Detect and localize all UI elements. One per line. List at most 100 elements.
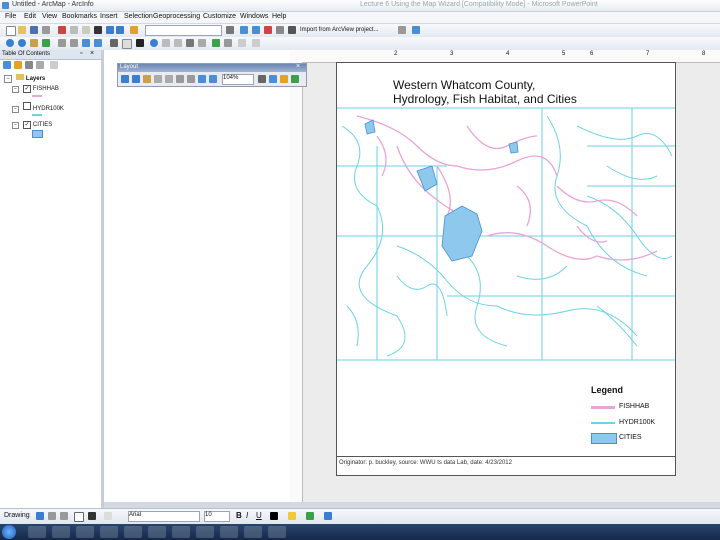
- zoom-whole-page-icon[interactable]: [154, 75, 162, 83]
- cut-icon[interactable]: [58, 26, 66, 34]
- menu-selection[interactable]: Selection: [124, 13, 153, 20]
- taskbar-arcmap-icon[interactable]: [220, 526, 238, 538]
- taskbar-powerpoint-icon[interactable]: [172, 526, 190, 538]
- focus-data-frame-icon[interactable]: [269, 75, 277, 83]
- measure-icon[interactable]: [186, 39, 194, 47]
- toc-layers-root[interactable]: − Layers: [4, 74, 45, 83]
- save-icon[interactable]: [30, 26, 38, 34]
- print-icon[interactable]: [42, 26, 50, 34]
- rotate-icon[interactable]: [48, 512, 56, 520]
- toggle-draft-icon[interactable]: [258, 75, 266, 83]
- hyperlink-icon[interactable]: [162, 39, 170, 47]
- find-icon[interactable]: [198, 39, 206, 47]
- expand-icon[interactable]: −: [12, 122, 19, 129]
- line-color-icon[interactable]: [306, 512, 314, 520]
- fixed-zoom-out-layout-icon[interactable]: [187, 75, 195, 83]
- taskbar-outlook-icon[interactable]: [196, 526, 214, 538]
- rectangle-icon[interactable]: [74, 512, 84, 522]
- catalog-icon[interactable]: [252, 26, 260, 34]
- italic-icon[interactable]: I: [246, 511, 248, 520]
- taskbar-firefox-icon[interactable]: [100, 526, 118, 538]
- taskbar-catalog-icon[interactable]: [244, 526, 262, 538]
- python-icon[interactable]: [288, 26, 296, 34]
- new-icon[interactable]: [6, 26, 16, 36]
- taskbar-word-icon[interactable]: [124, 526, 142, 538]
- zoom-out-icon[interactable]: [18, 39, 26, 47]
- fixed-zoom-in-icon[interactable]: [58, 39, 66, 47]
- font-size-combo[interactable]: 10: [204, 511, 230, 522]
- map-frame[interactable]: [337, 106, 675, 364]
- layout-zoom-out-icon[interactable]: [132, 75, 140, 83]
- font-color-icon[interactable]: [270, 512, 278, 520]
- taskbar-excel-icon[interactable]: [148, 526, 166, 538]
- toc-pin-icon[interactable]: ▫: [80, 50, 82, 57]
- menu-geoprocessing[interactable]: Geoprocessing: [153, 13, 200, 20]
- menu-edit[interactable]: Edit: [24, 13, 36, 20]
- go-to-xy-icon[interactable]: [212, 39, 220, 47]
- import-arcview-button[interactable]: Import from ArcView project...: [300, 27, 379, 33]
- back-icon[interactable]: [82, 39, 90, 47]
- credit-text[interactable]: Originator: p. buckley, source: WWU ts d…: [339, 460, 512, 466]
- toc-layer-cities[interactable]: − ✓ CITIES: [12, 121, 52, 129]
- text-icon[interactable]: [88, 512, 96, 520]
- close-icon[interactable]: ×: [296, 63, 300, 70]
- fixed-zoom-in-layout-icon[interactable]: [176, 75, 184, 83]
- html-popup-icon[interactable]: [174, 39, 182, 47]
- change-layout-icon[interactable]: [280, 75, 288, 83]
- start-button[interactable]: [2, 525, 16, 539]
- select-elements-icon[interactable]: [136, 39, 144, 47]
- create-viewer-icon[interactable]: [238, 39, 246, 47]
- expand-icon[interactable]: −: [12, 106, 19, 113]
- vertical-ruler[interactable]: [290, 62, 303, 502]
- taskbar-ie-icon[interactable]: [28, 526, 46, 538]
- undo-icon[interactable]: [106, 26, 114, 34]
- layout-zoom-combo[interactable]: 104%: [222, 74, 254, 85]
- layout-zoom-in-icon[interactable]: [121, 75, 129, 83]
- data-driven-pages-icon[interactable]: [291, 75, 299, 83]
- legend-title[interactable]: Legend: [591, 385, 623, 395]
- help-icon[interactable]: [412, 26, 420, 34]
- edit-vertices-icon[interactable]: [104, 512, 112, 520]
- cities-symbol[interactable]: [32, 130, 43, 138]
- toc-layer-hydr100k[interactable]: − HYDR100K: [12, 102, 64, 113]
- zoom-in-icon[interactable]: [6, 39, 14, 47]
- taskbar-chrome-icon[interactable]: [268, 526, 286, 538]
- map-title[interactable]: Western Whatcom County, Hydrology, Fish …: [393, 78, 577, 106]
- zoom-selected-icon[interactable]: [60, 512, 68, 520]
- layout-toolbar-caption[interactable]: Layout ×: [118, 63, 306, 72]
- marker-color-icon[interactable]: [324, 512, 332, 520]
- fixed-zoom-out-icon[interactable]: [70, 39, 78, 47]
- layout-back-icon[interactable]: [198, 75, 206, 83]
- time-slider-icon[interactable]: [224, 39, 232, 47]
- editor-icon[interactable]: [226, 26, 234, 34]
- menu-customize[interactable]: Customize: [203, 13, 236, 20]
- menu-windows[interactable]: Windows: [240, 13, 268, 20]
- identify-icon[interactable]: [150, 39, 158, 47]
- full-extent-icon[interactable]: [42, 39, 50, 47]
- arctoolbox-icon[interactable]: [276, 26, 284, 34]
- clear-selection-icon[interactable]: [122, 39, 132, 49]
- hydr100k-symbol[interactable]: [32, 114, 42, 116]
- layer-checkbox[interactable]: [22, 102, 31, 110]
- fill-color-icon[interactable]: [288, 512, 296, 520]
- layout-pan-icon[interactable]: [143, 75, 151, 83]
- expand-icon[interactable]: −: [12, 86, 19, 93]
- forward-icon[interactable]: [94, 39, 102, 47]
- swipe-icon[interactable]: [252, 39, 260, 47]
- delete-icon[interactable]: [94, 26, 102, 34]
- copy-icon[interactable]: [70, 26, 78, 34]
- underline-icon[interactable]: U: [256, 511, 262, 520]
- list-by-selection-icon[interactable]: [36, 61, 44, 69]
- taskbar-explorer-icon[interactable]: [52, 526, 70, 538]
- layer-checkbox[interactable]: ✓: [22, 121, 31, 129]
- toc-options-icon[interactable]: [50, 61, 58, 69]
- collapse-icon[interactable]: −: [4, 75, 12, 83]
- layer-checkbox[interactable]: ✓: [22, 85, 31, 93]
- menu-file[interactable]: File: [5, 13, 16, 20]
- menu-help[interactable]: Help: [272, 13, 286, 20]
- list-by-visibility-icon[interactable]: [25, 61, 33, 69]
- layout-forward-icon[interactable]: [209, 75, 217, 83]
- menu-insert[interactable]: Insert: [100, 13, 118, 20]
- font-combo[interactable]: Arial: [128, 511, 200, 522]
- toc-close-icon[interactable]: ×: [90, 50, 94, 57]
